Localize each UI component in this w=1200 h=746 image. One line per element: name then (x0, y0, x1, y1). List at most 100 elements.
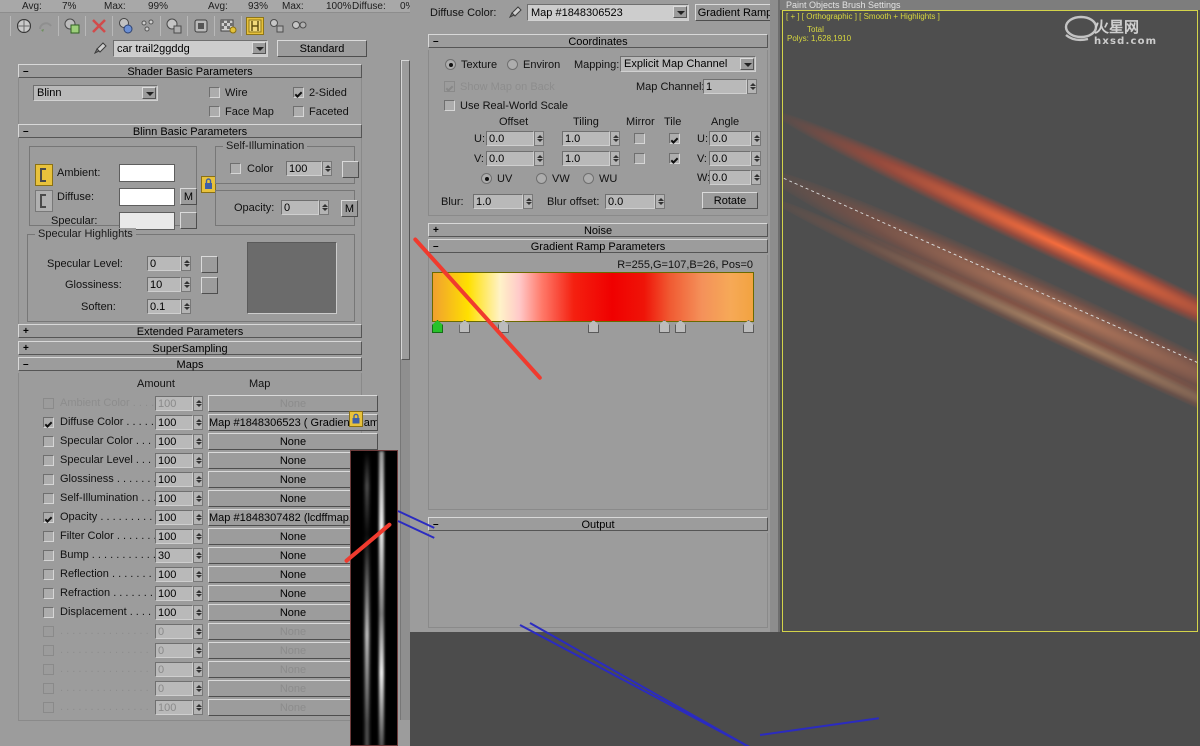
collapse-icon[interactable]: – (23, 358, 29, 372)
video-color-check-icon[interactable] (117, 17, 135, 35)
wu-radio[interactable] (583, 173, 594, 184)
map-channel-field[interactable]: 1 (703, 79, 747, 94)
maps-rollout-header[interactable]: – Maps (18, 357, 362, 371)
go-to-parent-icon[interactable] (268, 17, 286, 35)
maps-row-amount-field[interactable]: 100 (155, 605, 193, 620)
rotate-button[interactable]: Rotate (702, 192, 758, 209)
v-offset-field[interactable]: 0.0 (486, 151, 534, 166)
maps-row-amount-spinner[interactable] (193, 491, 203, 506)
use-real-world-scale-checkbox[interactable] (444, 100, 455, 111)
gradient-flag[interactable] (743, 320, 754, 333)
map-panel-scrollbar[interactable] (770, 0, 778, 632)
faceted-checkbox[interactable] (293, 106, 304, 117)
gradient-flag[interactable] (588, 320, 599, 333)
w-angle-spinner[interactable] (751, 170, 761, 185)
shader-basic-rollout-header[interactable]: – Shader Basic Parameters (18, 64, 362, 78)
texture-radio[interactable] (445, 59, 456, 70)
material-name-combo[interactable]: car trail2ggddg (113, 40, 268, 57)
chevron-down-icon[interactable] (673, 6, 687, 18)
paint-objects-tabs[interactable]: Paint Objects Brush Settings (780, 0, 1200, 10)
coordinates-rollout-header[interactable]: – Coordinates (428, 34, 768, 48)
select-by-material-icon[interactable] (192, 17, 210, 35)
specular-map-shortcut-button[interactable] (180, 212, 197, 229)
extended-parameters-rollout-header[interactable]: + Extended Parameters (18, 324, 362, 338)
opacity-map-preview-thumbnail[interactable] (350, 450, 398, 746)
noise-rollout-header[interactable]: + Noise (428, 223, 768, 237)
glossiness-spinner[interactable] (181, 277, 191, 292)
self-illum-color-checkbox[interactable] (230, 163, 241, 174)
wire-checkbox[interactable] (209, 87, 220, 98)
self-illum-amount-spinner[interactable] (322, 161, 332, 176)
expand-icon[interactable]: + (433, 224, 439, 238)
chevron-down-icon[interactable] (252, 42, 266, 54)
backlight-icon[interactable] (37, 17, 55, 35)
blinn-basic-rollout-header[interactable]: – Blinn Basic Parameters (18, 124, 362, 138)
gradient-ramp-flags[interactable] (432, 320, 756, 334)
maps-row-amount-spinner[interactable] (193, 567, 203, 582)
show-end-result-icon[interactable] (246, 17, 264, 35)
maps-row-amount-spinner[interactable] (193, 605, 203, 620)
maps-row-amount-field[interactable]: 100 (155, 434, 193, 449)
vw-radio[interactable] (536, 173, 547, 184)
v-tiling-field[interactable]: 1.0 (562, 151, 610, 166)
active-viewport[interactable]: [ + ] [ Orthographic ] [ Smooth + Highli… (782, 10, 1198, 632)
glossiness-map-button[interactable] (201, 277, 218, 294)
blur-spinner[interactable] (523, 194, 533, 209)
u-offset-spinner[interactable] (534, 131, 544, 146)
gradient-flag[interactable] (674, 320, 686, 333)
maps-row-checkbox[interactable] (43, 588, 54, 599)
w-angle-field[interactable]: 0.0 (709, 170, 751, 185)
options-icon[interactable] (165, 17, 183, 35)
map-name-combo[interactable]: Map #1848306523 (527, 4, 689, 21)
maps-row-amount-field[interactable]: 100 (155, 529, 193, 544)
u-mirror-checkbox[interactable] (634, 133, 645, 144)
environ-radio[interactable] (507, 59, 518, 70)
maps-row-checkbox[interactable] (43, 512, 54, 523)
v-tiling-spinner[interactable] (610, 151, 620, 166)
maps-row-checkbox[interactable] (43, 569, 54, 580)
maps-row-amount-field[interactable]: 100 (155, 491, 193, 506)
sample-type-icon[interactable] (15, 17, 33, 35)
u-tile-checkbox[interactable] (669, 133, 680, 144)
maps-row-checkbox[interactable] (43, 455, 54, 466)
maps-row-amount-spinner[interactable] (193, 472, 203, 487)
u-tiling-spinner[interactable] (610, 131, 620, 146)
sample-uv-tiling-icon[interactable] (90, 17, 108, 35)
collapse-icon[interactable]: – (433, 240, 439, 254)
maps-row-amount-spinner[interactable] (193, 586, 203, 601)
v-angle-spinner[interactable] (751, 151, 761, 166)
maps-row-checkbox[interactable] (43, 417, 54, 428)
diffuse-specular-lock-lower-icon[interactable] (35, 190, 53, 212)
maps-row-amount-field[interactable]: 100 (155, 586, 193, 601)
two-sided-checkbox[interactable] (293, 87, 304, 98)
maps-row-checkbox[interactable] (43, 531, 54, 542)
maps-row-amount-spinner[interactable] (193, 548, 203, 563)
opacity-map-shortcut-button[interactable]: M (341, 200, 358, 217)
v-offset-spinner[interactable] (534, 151, 544, 166)
maps-row-checkbox[interactable] (43, 436, 54, 447)
gradient-flag[interactable] (658, 320, 670, 333)
maps-row-checkbox[interactable] (43, 607, 54, 618)
face-map-checkbox[interactable] (209, 106, 220, 117)
maps-row-amount-spinner[interactable] (193, 434, 203, 449)
eyedropper-icon[interactable] (507, 5, 523, 24)
diffuse-map-shortcut-button[interactable]: M (180, 188, 197, 205)
maps-row-amount-field[interactable]: 100 (155, 453, 193, 468)
uv-radio[interactable] (481, 173, 492, 184)
maps-row-amount-spinner[interactable] (193, 529, 203, 544)
soften-spinner[interactable] (181, 299, 191, 314)
maps-row-checkbox[interactable] (43, 474, 54, 485)
maps-row-amount-field[interactable]: 100 (155, 472, 193, 487)
blur-offset-spinner[interactable] (655, 194, 665, 209)
blur-offset-field[interactable]: 0.0 (605, 194, 655, 209)
background-icon[interactable] (63, 17, 81, 35)
specular-level-map-button[interactable] (201, 256, 218, 273)
maps-row-amount-field[interactable]: 30 (155, 548, 193, 563)
v-tile-checkbox[interactable] (669, 153, 680, 164)
scrollbar-thumb[interactable] (401, 60, 410, 360)
lock-icon[interactable] (349, 411, 363, 427)
diffuse-color-swatch[interactable] (119, 188, 175, 206)
map-channel-spinner[interactable] (747, 79, 757, 94)
mapping-combo[interactable]: Explicit Map Channel (620, 56, 756, 72)
lock-icon[interactable] (201, 176, 216, 193)
